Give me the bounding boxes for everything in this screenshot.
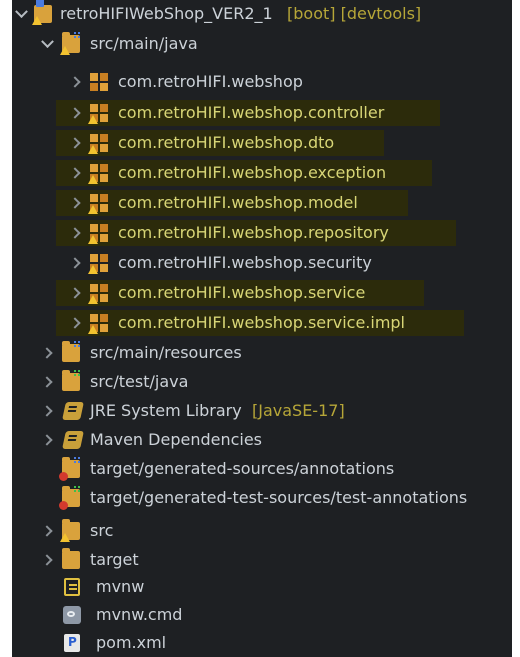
- tree-item-label: target/generated-test-sources/test-annot…: [90, 488, 468, 507]
- tree-item-project[interactable]: retroHIFIWebShop_VER2_1 [boot] [devtools…: [12, 0, 512, 28]
- tree-item-package-model[interactable]: com.retroHIFI.webshop.model: [12, 189, 512, 217]
- screenshot-frame: retroHIFIWebShop_VER2_1 [boot] [devtools…: [0, 0, 520, 657]
- chevron-right-icon[interactable]: [68, 68, 82, 96]
- tree-item-label: com.retroHIFI.webshop.service.impl: [118, 313, 405, 332]
- project-name: retroHIFIWebShop_VER2_1: [60, 4, 273, 23]
- tree-item-label: src/main/java: [90, 34, 198, 53]
- package-warning-icon: [88, 194, 108, 214]
- tree-item-label: com.retroHIFI.webshop.controller: [118, 103, 385, 122]
- tree-item-src-folder[interactable]: src: [12, 517, 512, 545]
- tree-item-maven-dependencies[interactable]: Maven Dependencies: [12, 426, 512, 454]
- project-decoration: [boot] [devtools]: [287, 4, 422, 23]
- chevron-right-icon[interactable]: [68, 249, 82, 277]
- tree-item-mvnw-cmd[interactable]: mvnw.cmd: [12, 601, 512, 629]
- package-warning-icon: [88, 284, 108, 304]
- chevron-right-icon[interactable]: [40, 368, 54, 396]
- tree-item-jre-library[interactable]: JRE System Library [JavaSE-17]: [12, 397, 512, 425]
- chevron-right-icon[interactable]: [68, 189, 82, 217]
- source-folder-warning-icon: [60, 31, 82, 55]
- tree-item-mvnw[interactable]: mvnw: [12, 573, 512, 601]
- tree-item-generated-test-sources[interactable]: target/generated-test-sources/test-annot…: [12, 484, 512, 512]
- source-folder-icon: [62, 340, 82, 362]
- tree-item-label: src/main/resources: [90, 343, 242, 362]
- chevron-right-icon[interactable]: [68, 279, 82, 307]
- tree-item-src-main-resources[interactable]: src/main/resources: [12, 339, 512, 367]
- tree-item-label: target: [90, 550, 139, 569]
- chevron-right-icon[interactable]: [68, 219, 82, 247]
- package-explorer-tree: retroHIFIWebShop_VER2_1 [boot] [devtools…: [12, 0, 512, 657]
- tree-item-label: com.retroHIFI.webshop.repository: [118, 223, 389, 242]
- chevron-down-icon[interactable]: [40, 30, 54, 58]
- maven-project-icon: [32, 0, 52, 25]
- tree-item-package-service-impl[interactable]: com.retroHIFI.webshop.service.impl: [12, 309, 512, 337]
- chevron-right-icon[interactable]: [40, 517, 54, 545]
- tree-item-package-security[interactable]: com.retroHIFI.webshop.security: [12, 249, 512, 277]
- tree-item-src-main-java[interactable]: src/main/java: [12, 30, 512, 58]
- package-warning-icon: [88, 104, 108, 124]
- source-folder-error-icon: [59, 456, 82, 481]
- package-warning-icon: [88, 254, 108, 274]
- tree-item-label: com.retroHIFI.webshop.exception: [118, 163, 387, 182]
- tree-item-label: mvnw.cmd: [96, 605, 183, 624]
- chevron-right-icon[interactable]: [40, 426, 54, 454]
- package-warning-icon: [88, 224, 108, 244]
- tree-item-package-webshop[interactable]: com.retroHIFI.webshop: [12, 68, 512, 96]
- tree-item-label: com.retroHIFI.webshop.security: [118, 253, 372, 272]
- package-icon: [90, 73, 108, 91]
- chevron-down-icon[interactable]: [14, 0, 28, 28]
- test-source-folder-icon: [62, 369, 82, 391]
- package-warning-icon: [88, 164, 108, 184]
- tree-item-label: Maven Dependencies: [90, 430, 263, 449]
- pom-file-icon: [64, 634, 80, 652]
- tree-item-package-dto[interactable]: com.retroHIFI.webshop.dto: [12, 129, 512, 157]
- folder-icon: [62, 548, 80, 569]
- chevron-right-icon[interactable]: [40, 397, 54, 425]
- chevron-right-icon[interactable]: [68, 99, 82, 127]
- tree-item-label: com.retroHIFI.webshop: [118, 72, 303, 91]
- tree-item-target-folder[interactable]: target: [12, 546, 512, 574]
- tree-item-label: com.retroHIFI.webshop.service: [118, 283, 366, 302]
- tree-item-label: target/generated-sources/annotations: [90, 459, 395, 478]
- tree-item-package-service[interactable]: com.retroHIFI.webshop.service: [12, 279, 512, 307]
- tree-item-pom-xml[interactable]: pom.xml: [12, 629, 512, 657]
- tree-item-label: com.retroHIFI.webshop.model: [118, 193, 358, 212]
- library-icon: [62, 402, 84, 420]
- tree-item-package-repository[interactable]: com.retroHIFI.webshop.repository: [12, 219, 512, 247]
- chevron-right-icon[interactable]: [68, 129, 82, 157]
- tree-item-label: mvnw: [96, 577, 145, 596]
- tree-item-label: pom.xml: [96, 633, 167, 652]
- chevron-right-icon[interactable]: [40, 546, 54, 574]
- chevron-right-icon[interactable]: [68, 309, 82, 337]
- library-icon: [62, 431, 84, 449]
- chevron-right-icon[interactable]: [40, 339, 54, 367]
- text-file-icon: [64, 578, 80, 596]
- cmd-file-icon: [63, 606, 81, 624]
- package-warning-icon: [88, 314, 108, 334]
- folder-warning-icon: [60, 519, 80, 542]
- tree-item-src-test-java[interactable]: src/test/java: [12, 368, 512, 396]
- chevron-right-icon[interactable]: [68, 159, 82, 187]
- test-source-folder-error-icon: [59, 485, 82, 510]
- tree-item-label: src: [90, 521, 114, 540]
- tree-item-label: JRE System Library: [90, 401, 242, 420]
- package-warning-icon: [88, 134, 108, 154]
- tree-item-label: com.retroHIFI.webshop.dto: [118, 133, 335, 152]
- tree-item-package-controller[interactable]: com.retroHIFI.webshop.controller: [12, 99, 512, 127]
- jre-version-decoration: [JavaSE-17]: [252, 401, 345, 420]
- tree-item-generated-sources[interactable]: target/generated-sources/annotations: [12, 455, 512, 483]
- tree-item-label: src/test/java: [90, 372, 189, 391]
- tree-item-package-exception[interactable]: com.retroHIFI.webshop.exception: [12, 159, 512, 187]
